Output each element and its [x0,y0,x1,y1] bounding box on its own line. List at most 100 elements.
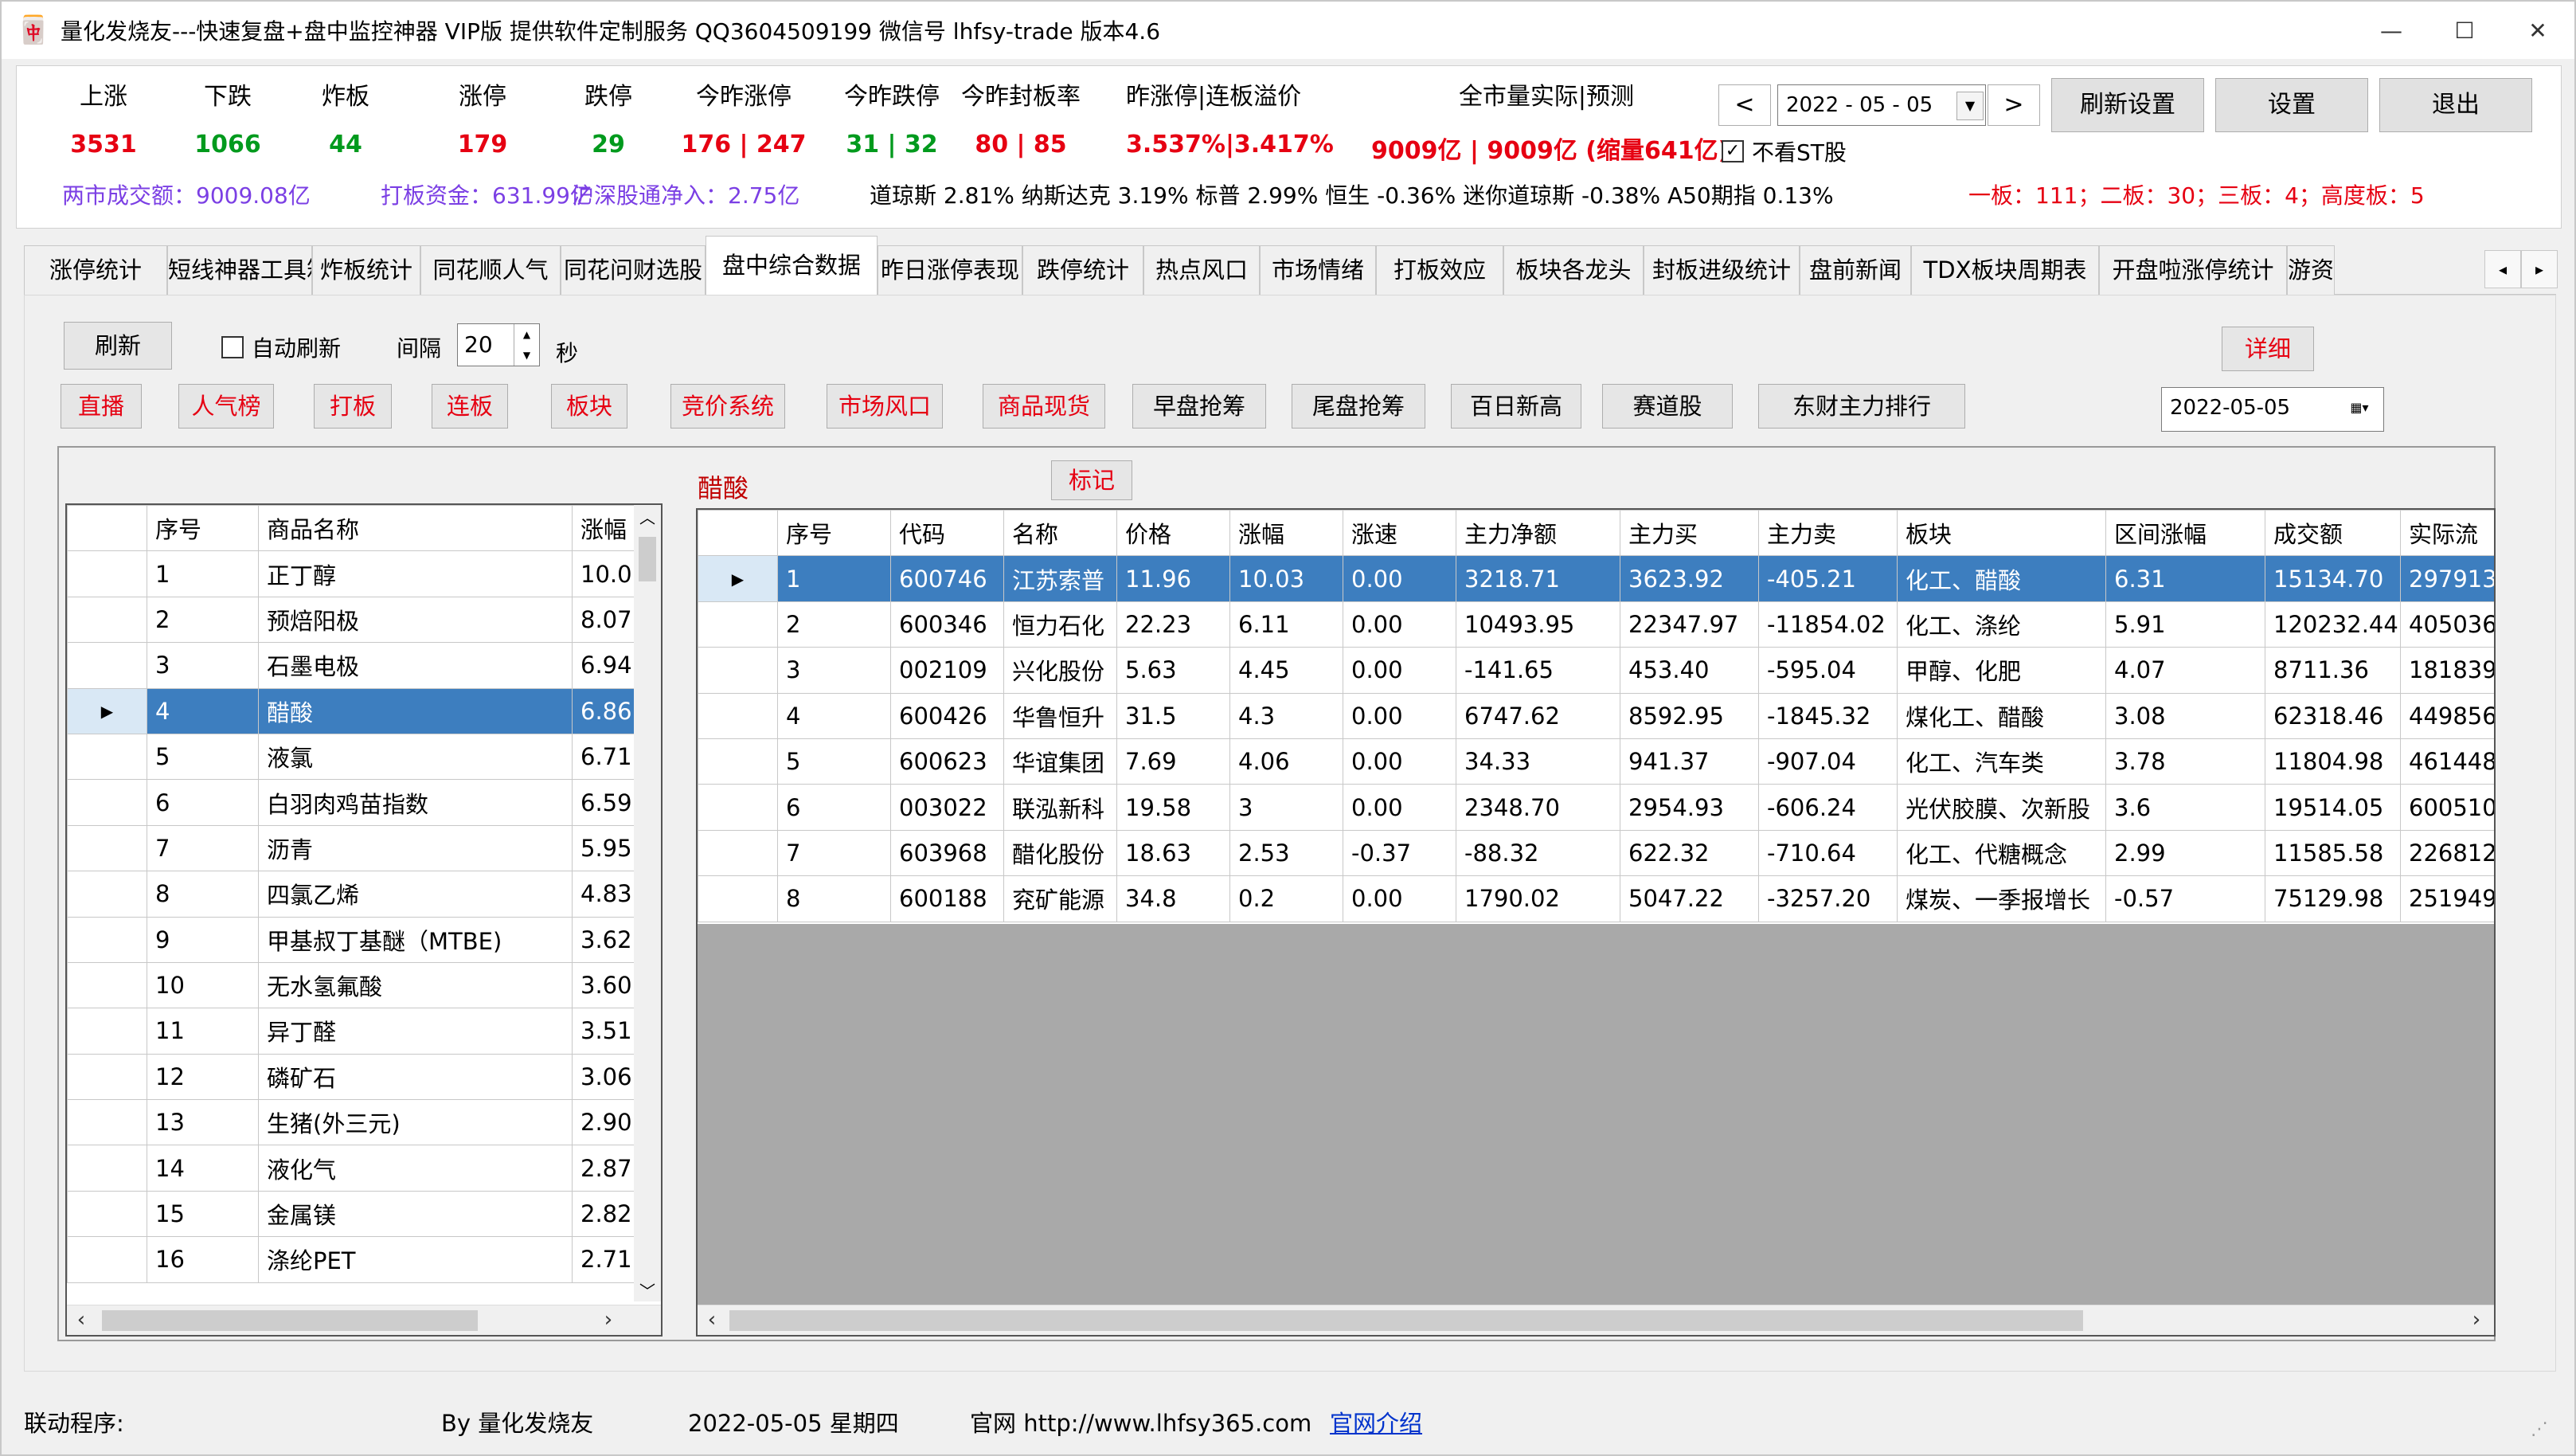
scroll-left-icon[interactable]: ‹ [67,1305,96,1335]
stocks-horizontal-scrollbar[interactable]: ‹ › [698,1305,2494,1335]
checkbox-unchecked-icon[interactable] [221,336,244,358]
table-row[interactable]: 16 涤纶PET 2.71 [67,1236,636,1283]
settings-button[interactable]: 设置 [2215,78,2368,132]
calendar-icon[interactable]: ▦▾ [2337,394,2382,423]
table-row[interactable]: 9 甲基叔丁基醚（MTBE) 3.62 [67,916,636,963]
table-row[interactable]: 7 沥青 5.95 [67,824,636,872]
scroll-right-icon[interactable]: › [2462,1305,2491,1335]
category-button-2[interactable]: 打板 [314,384,392,429]
tab-6[interactable]: 昨日涨停表现 [878,245,1022,295]
scrollbar-thumb[interactable] [102,1310,478,1331]
close-button[interactable]: ✕ [2501,2,2574,59]
refresh-settings-button[interactable]: 刷新设置 [2051,78,2204,132]
scroll-up-icon[interactable]: ︿ [634,505,661,528]
stepper-arrows-icon[interactable]: ▲ ▼ [514,324,539,366]
tab-14[interactable]: TDX板块周期表 [1911,245,2099,295]
table-row[interactable]: 2 600346 恒力石化 22.23 6.11 0.00 10493.95 22347.97… [698,601,2494,648]
column-header[interactable]: 涨幅 [1229,510,1343,557]
scroll-right-icon[interactable]: › [594,1305,623,1335]
table-row[interactable]: 6 003022 联泓新科 19.58 3 0.00 2348.70 2954.93 -606.… [698,784,2494,831]
table-row[interactable]: 11 异丁醛 3.51 [67,1008,636,1055]
scrollbar-thumb[interactable] [729,1310,2083,1331]
table-row[interactable]: 6 白羽肉鸡苗指数 6.59 [67,779,636,826]
category-button-4[interactable]: 板块 [551,384,627,429]
table-row[interactable]: 1 正丁醇 10.0 [67,550,636,597]
tab-10[interactable]: 打板效应 [1376,245,1503,295]
tab-9[interactable]: 市场情绪 [1260,245,1376,295]
tab-16[interactable]: 游资 [2287,245,2335,295]
column-header[interactable]: 涨幅 [572,505,636,552]
detail-button[interactable]: 详细 [2222,327,2314,371]
tab-8[interactable]: 热点风口 [1143,245,1260,295]
column-header[interactable]: 商品名称 [258,505,573,552]
table-row[interactable]: 2 预焙阳极 8.07 [67,596,636,644]
category-button-3[interactable]: 连板 [432,384,508,429]
date-filter-picker[interactable]: 2022-05-05 ▦▾ [2161,387,2384,432]
column-header[interactable]: 序号 [147,505,259,552]
category-button-6[interactable]: 市场风口 [827,384,943,429]
exit-button[interactable]: 退出 [2379,78,2532,132]
minimize-button[interactable]: — [2355,2,2428,59]
tab-4[interactable]: 同花问财选股 [561,245,706,295]
refresh-button[interactable]: 刷新 [64,322,172,370]
date-picker[interactable]: 2022 - 05 - 05 ▼ [1777,84,1986,126]
table-row[interactable]: 5 液氯 6.71 [67,733,636,781]
table-row[interactable]: 7 603968 醋化股份 18.63 2.53 -0.37 -88.32 622.32 -71… [698,829,2494,877]
column-header[interactable]: 主力买 [1620,510,1759,557]
tab-12[interactable]: 封板进级统计 [1644,245,1800,295]
tab-11[interactable]: 板块各龙头 [1503,245,1644,295]
tab-0[interactable]: 涨停统计 [24,245,167,295]
table-row[interactable]: 12 磷矿石 3.06 [67,1053,636,1101]
feature-button-0[interactable]: 早盘抢筹 [1132,384,1266,429]
chevron-down-icon[interactable]: ▼ [1956,92,1984,120]
column-header[interactable]: 名称 [1003,510,1117,557]
table-row[interactable]: 15 金属镁 2.82 [67,1190,636,1238]
column-header[interactable]: 主力净额 [1456,510,1620,557]
tab-1[interactable]: 短线神器工具箱 [167,245,312,295]
commodity-horizontal-scrollbar[interactable]: ‹ › [67,1305,661,1335]
scrollbar-thumb[interactable] [639,537,656,581]
feature-button-2[interactable]: 百日新高 [1451,384,1581,429]
column-header[interactable]: 价格 [1116,510,1230,557]
category-button-0[interactable]: 直播 [61,384,142,429]
tab-3[interactable]: 同花顺人气 [420,245,561,295]
table-row[interactable]: 13 生猪(外三元) 2.90 [67,1099,636,1146]
website-intro-link[interactable]: 官网介绍 [1330,1405,1422,1438]
column-header[interactable]: 板块 [1897,510,2106,557]
table-row[interactable]: 3 002109 兴化股份 5.63 4.45 0.00 -141.65 453.40 -595… [698,647,2494,694]
table-row[interactable]: 8 四氯乙烯 4.83 [67,871,636,918]
column-header[interactable]: 涨速 [1343,510,1456,557]
checkbox-checked-icon[interactable]: ✓ [1722,140,1744,162]
category-button-7[interactable]: 商品现货 [983,384,1105,429]
category-button-1[interactable]: 人气榜 [178,384,274,429]
scroll-left-icon[interactable]: ‹ [698,1305,726,1335]
table-row[interactable]: 14 液化气 2.87 [67,1145,636,1192]
hide-st-checkbox[interactable]: ✓ 不看ST股 [1722,135,1847,167]
feature-button-1[interactable]: 尾盘抢筹 [1292,384,1425,429]
tab-7[interactable]: 跌停统计 [1022,245,1143,295]
column-header[interactable]: 成交额 [2265,510,2401,557]
column-header[interactable]: 实际流 [2400,510,2494,557]
table-row[interactable]: 4 600426 华鲁恒升 31.5 4.3 0.00 6747.62 8592.95 -184… [698,692,2494,739]
prev-date-button[interactable]: < [1718,84,1771,126]
resize-grip-icon[interactable]: ⋰ [2531,1419,2548,1439]
column-header[interactable]: 区间涨幅 [2105,510,2265,557]
table-row[interactable]: ▶ 1 600746 江苏索普 11.96 10.03 0.00 3218.71 3623.92… [698,555,2494,602]
tab-2[interactable]: 炸板统计 [312,245,420,295]
tab-13[interactable]: 盘前新闻 [1800,245,1911,295]
table-row[interactable]: 5 600623 华谊集团 7.69 4.06 0.00 34.33 941.37 -907.0… [698,738,2494,785]
tab-5[interactable]: 盘中综合数据 [706,236,878,296]
table-row[interactable]: 10 无水氢氟酸 3.60 [67,961,636,1009]
tab-15[interactable]: 开盘啦涨停统计 [2099,245,2287,295]
column-header[interactable]: 代码 [890,510,1004,557]
interval-stepper[interactable]: 20 ▲ ▼ [457,323,540,366]
tab-scroll-right-icon[interactable]: ▸ [2521,250,2558,288]
table-row[interactable]: ▶ 4 醋酸 6.86 [67,687,636,734]
mark-button[interactable]: 标记 [1051,460,1132,500]
auto-refresh-checkbox[interactable]: 自动刷新 [221,331,341,363]
table-row[interactable]: 3 石墨电极 6.94 [67,642,636,689]
commodity-vertical-scrollbar[interactable]: ︿ ﹀ [634,505,661,1301]
table-row[interactable]: 8 600188 兖矿能源 34.8 0.2 0.00 1790.02 5047.22 -325… [698,875,2494,922]
feature-button-3[interactable]: 赛道股 [1602,384,1733,429]
feature-button-4[interactable]: 东财主力排行 [1758,384,1965,429]
